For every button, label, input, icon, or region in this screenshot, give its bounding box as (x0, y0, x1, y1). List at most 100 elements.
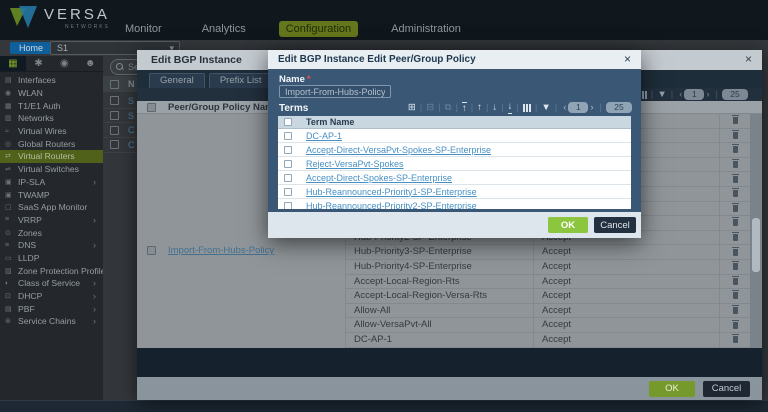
delete-term-button[interactable] (720, 275, 750, 290)
next-page-icon[interactable]: › (590, 102, 593, 113)
page-size-box[interactable]: 25 (606, 102, 632, 113)
delete-term-button[interactable] (720, 333, 750, 348)
versa-logo: VERSA NETWORKS (10, 6, 110, 32)
sidebar-tab[interactable]: ✱ (26, 56, 52, 71)
nav-item[interactable]: Analytics (195, 21, 253, 37)
delete-term-button[interactable] (720, 216, 750, 231)
checkbox[interactable] (110, 80, 119, 89)
dialog-tab[interactable]: General (149, 73, 205, 88)
sidebar-item[interactable]: ▢ SaaS App Monitor (0, 201, 103, 214)
scrollbar-track[interactable] (750, 114, 762, 348)
nav-item[interactable]: Monitor (118, 21, 169, 37)
home-button[interactable]: Home (10, 42, 52, 54)
sidebar-item[interactable]: ⊡ DHCP › (0, 290, 103, 303)
cancel-button[interactable]: Cancel (703, 381, 750, 397)
page-size-box[interactable]: 25 (722, 89, 748, 100)
delete-term-button[interactable] (720, 187, 750, 202)
sidebar-item[interactable]: ▨ Zone Protection Profiles (0, 264, 103, 277)
delete-term-button[interactable] (720, 158, 750, 173)
checkbox[interactable] (284, 202, 292, 210)
term-name-link[interactable]: Reject-VersaPvt-Spokes (306, 159, 404, 169)
sidebar-item[interactable]: ⊙ Zones (0, 226, 103, 239)
prev-page-icon[interactable]: ‹ (679, 89, 682, 100)
sidebar-item[interactable]: ▣ IP-SLA › (0, 176, 103, 189)
term-name-link[interactable]: Accept-Direct-VersaPvt-Spokes-SP-Enterpr… (306, 145, 491, 155)
term-name-link[interactable]: Accept-Direct-Spokes-SP-Enterprise (306, 173, 452, 183)
checkbox[interactable] (284, 160, 292, 168)
sidebar-item[interactable]: ◎ Global Routers (0, 137, 103, 150)
checkbox[interactable] (284, 132, 292, 140)
checkbox[interactable] (284, 174, 292, 182)
sidebar-tab[interactable]: ◉ (52, 56, 78, 71)
delete-term-button[interactable] (720, 114, 750, 129)
delete-term-button[interactable] (720, 304, 750, 319)
delete-term-button[interactable] (720, 318, 750, 333)
page-number-box[interactable]: 1 (684, 89, 704, 100)
checkbox[interactable] (284, 188, 292, 196)
sidebar-item[interactable]: ≡ DNS › (0, 239, 103, 252)
sidebar-item-icon: ▤ (5, 76, 18, 84)
checkbox[interactable] (110, 126, 119, 135)
name-field[interactable] (279, 85, 391, 98)
term-name-link[interactable]: DC-AP-1 (306, 131, 342, 141)
delete-term-button[interactable] (720, 172, 750, 187)
add-icon[interactable]: ⊞ (408, 103, 416, 113)
checkbox[interactable] (110, 140, 119, 149)
sidebar-tab[interactable]: ☻ (77, 56, 103, 71)
sidebar-item[interactable]: ▦ T1/E1 Auth (0, 99, 103, 112)
checkbox[interactable] (110, 111, 119, 120)
prev-page-icon[interactable]: ‹ (563, 102, 566, 113)
delete-term-button[interactable] (720, 260, 750, 275)
chevron-right-icon: › (93, 278, 96, 288)
policy-name-link[interactable]: Import-From-Hubs-Policy (168, 245, 274, 256)
close-icon[interactable]: × (745, 52, 752, 66)
sidebar-tab[interactable]: ▦ (0, 56, 26, 71)
close-icon[interactable]: × (624, 52, 631, 66)
select-all-checkbox[interactable] (147, 103, 156, 112)
cancel-button[interactable]: Cancel (594, 217, 636, 233)
sidebar-item[interactable]: ◐ Class of Service › (0, 277, 103, 290)
sidebar-item[interactable]: ▥ Networks (0, 112, 103, 125)
sidebar-item-icon: ▤ (5, 305, 18, 313)
checkbox[interactable] (284, 146, 292, 154)
sidebar-item[interactable]: ≡ VRRP › (0, 214, 103, 227)
ok-button[interactable]: OK (548, 217, 588, 233)
sidebar-item[interactable]: ▣ TWAMP (0, 188, 103, 201)
nav-item[interactable]: Administration (384, 21, 468, 37)
checkbox[interactable] (147, 246, 156, 255)
term-name-link[interactable]: Hub-Reannounced-Priority1-SP-Enterprise (306, 187, 477, 197)
dialog-tab[interactable]: Prefix List (209, 73, 273, 88)
delete-term-button[interactable] (720, 289, 750, 304)
sidebar-item[interactable]: ≈ Virtual Wires (0, 125, 103, 138)
page-number-box[interactable]: 1 (568, 102, 588, 113)
sidebar-item[interactable]: ⇄ Virtual Routers (0, 150, 103, 163)
sidebar-item[interactable]: ⊛ Service Chains › (0, 315, 103, 328)
sidebar-item[interactable]: ⇌ Virtual Switches (0, 163, 103, 176)
sidebar-item[interactable]: ▤ PBF › (0, 302, 103, 315)
checkbox[interactable] (110, 96, 119, 105)
row-label-clipped: C (128, 125, 135, 135)
filter-icon[interactable]: ▼ (541, 103, 550, 113)
scrollbar-thumb[interactable] (752, 218, 760, 272)
delete-term-button[interactable] (720, 231, 750, 246)
sidebar-item[interactable]: ▭ LLDP (0, 252, 103, 265)
filter-icon[interactable]: ▼ (657, 90, 666, 100)
remove-icon[interactable]: ⊟ (426, 103, 434, 113)
delete-term-button[interactable] (720, 129, 750, 144)
sidebar-item[interactable]: ▤ Interfaces (0, 74, 103, 87)
move-up-icon[interactable]: ↑ (477, 103, 482, 113)
delete-term-button[interactable] (720, 202, 750, 217)
move-top-icon[interactable]: ↑ (462, 102, 467, 114)
columns-icon[interactable] (523, 104, 531, 112)
move-down-icon[interactable]: ↓ (492, 103, 497, 113)
delete-term-button[interactable] (720, 245, 750, 260)
move-bottom-icon[interactable]: ↓ (508, 102, 513, 114)
copy-icon[interactable]: ⧉ (445, 103, 452, 113)
sidebar-item[interactable]: ◉ WLAN (0, 87, 103, 100)
delete-term-button[interactable] (720, 143, 750, 158)
next-page-icon[interactable]: › (706, 89, 709, 100)
select-all-checkbox[interactable] (284, 118, 292, 126)
nav-item[interactable]: Configuration (279, 21, 358, 37)
ok-button[interactable]: OK (649, 381, 695, 397)
term-name-link[interactable]: Hub-Reannounced-Priority2-SP-Enterprise (306, 201, 477, 210)
